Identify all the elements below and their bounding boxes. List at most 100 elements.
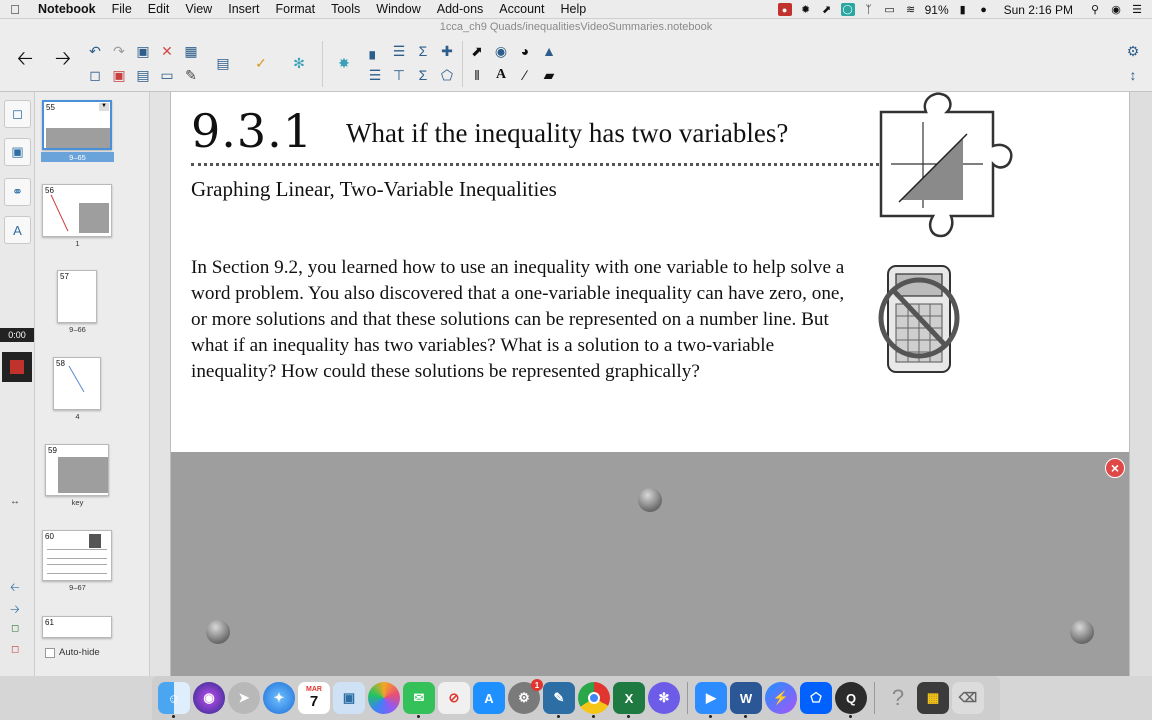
add-page-icon[interactable]: ◻ [11,623,19,634]
menu-format[interactable]: Format [267,2,323,16]
page-sorter-tab-icon[interactable]: ◻ [4,100,31,128]
align-right-icon[interactable]: ☰ [388,41,410,61]
trash-icon[interactable]: ⌫ [952,682,984,714]
user-switch-icon[interactable]: ● [977,3,991,16]
response-icon[interactable]: ✓ [250,53,272,73]
pen-icon[interactable]: ◉ [490,41,512,61]
undo-icon[interactable]: ↶ [84,41,106,61]
menu-view[interactable]: View [177,2,220,16]
menu-file[interactable]: File [104,2,140,16]
save-icon[interactable]: ▤ [132,65,154,85]
sidebar-next-icon[interactable]: 🡢 [10,600,20,621]
apple-icon[interactable]:  [0,2,30,17]
photos-icon[interactable] [368,682,400,714]
clock[interactable]: Sun 2:16 PM [1004,3,1073,17]
news-icon[interactable]: ⊘ [438,682,470,714]
table-icon[interactable]: ▦ [180,41,202,61]
gallery-tab-icon[interactable]: ▣ [4,138,31,166]
close-shade-icon[interactable]: × [1105,458,1125,478]
messages-icon[interactable]: ✉ [403,682,435,718]
shape-polygon-icon[interactable]: ⬠ [436,65,458,85]
new-page-icon[interactable]: ◻ [84,65,106,85]
cursor-status-icon[interactable]: ⬈ [820,3,834,16]
autohide-toggle[interactable]: Auto-hide [45,647,100,658]
full-screen-icon[interactable]: ▭ [156,65,178,85]
calendar-icon[interactable]: MAR 7 [298,682,330,714]
slide-thumbnail[interactable]: 60 [42,530,112,581]
delete-page-icon[interactable]: ◻ [11,644,19,655]
shapes-icon[interactable]: ◕ [514,41,536,61]
open-file-icon[interactable]: ▣ [108,65,130,85]
previous-page-icon[interactable]: 🡠 [14,48,36,71]
bluetooth-icon[interactable]: ᛉ [862,3,876,16]
add-ons-icon[interactable]: ✸ [333,53,355,73]
screen-shade-icon[interactable]: ▤ [212,53,234,73]
graph-axis-icon[interactable]: ✚ [436,41,458,61]
swap-sides-icon[interactable]: ↔ [10,496,20,507]
menu-edit[interactable]: Edit [140,2,178,16]
notebook-page[interactable]: 9.3.1 What if the inequality has two var… [170,92,1130,676]
app-store-icon[interactable]: A [473,682,505,714]
document-camera-icon[interactable]: ✎ [180,65,202,85]
eraser-icon[interactable]: ▰ [538,65,560,85]
safari-icon[interactable]: ✦ [263,682,295,714]
slide-thumbnail[interactable]: 55 ▼ [42,100,112,150]
chrome-icon[interactable] [578,682,610,718]
menu-account[interactable]: Account [491,2,552,16]
menu-tools[interactable]: Tools [323,2,368,16]
properties-tab-icon[interactable]: A [4,216,31,244]
spotlight-icon[interactable]: ⚲ [1088,3,1102,16]
gear-status-icon[interactable]: ✹ [799,3,813,16]
delete-icon[interactable]: ✕ [156,41,178,61]
slide-thumbnail[interactable]: 61 [42,616,112,638]
recorder-icon[interactable]: ● [777,3,792,16]
activity-builder-icon[interactable]: ✻ [288,53,310,73]
menu-help[interactable]: Help [552,2,594,16]
preview-icon[interactable]: ▣ [333,682,365,714]
slide-thumbnail[interactable]: 59 [45,444,109,496]
airplay-icon[interactable]: ▭ [883,3,897,16]
word-icon[interactable]: W [730,682,762,718]
zoom-icon[interactable]: ▶ [695,682,727,718]
sidebar-prev-icon[interactable]: 🡠 [10,578,20,599]
notebook-icon[interactable]: ✎ [543,682,575,718]
sorter-scrollbar[interactable] [150,92,170,676]
align-top-icon[interactable]: ⊤ [388,65,410,85]
menu-addons[interactable]: Add-ons [429,2,492,16]
right-scroll-area[interactable] [1130,92,1152,676]
select-arrow-icon[interactable]: ⬈ [466,41,488,61]
quicktime-icon[interactable]: Q [835,682,867,718]
screen-status-icon[interactable]: ◯ [840,3,855,16]
attachments-tab-icon[interactable]: ⚭ [4,178,31,206]
pens-set-icon[interactable]: ‖ [466,65,488,85]
help-icon[interactable]: ? [882,682,914,714]
dropbox-icon[interactable]: ⬠ [800,682,832,714]
stop-recording-button[interactable] [2,352,32,382]
text-tool-icon[interactable]: A [490,65,512,85]
properties-gear-icon[interactable]: ⚙ [1122,41,1144,61]
math-sum-icon[interactable]: Σ [412,41,434,61]
slide-thumbnail[interactable]: 58 [53,357,101,410]
screen-shade[interactable]: × [171,452,1129,676]
excel-icon[interactable]: X [613,682,645,718]
autohide-checkbox[interactable] [45,647,55,658]
siri-menu-icon[interactable]: ◉ [1109,3,1123,16]
slide-thumbnail[interactable]: 56 [42,184,112,237]
menu-app-name[interactable]: Notebook [30,2,104,16]
screen-capture-icon[interactable]: ▣ [132,41,154,61]
align-left-icon[interactable]: ☰ [364,65,386,85]
wifi-icon[interactable]: ≋ [904,3,918,16]
notification-center-icon[interactable]: ☰ [1130,3,1144,16]
finder-icon[interactable]: ☺ [158,682,190,718]
menu-window[interactable]: Window [368,2,428,16]
system-preferences-icon[interactable]: ⚙ 1 [508,679,543,714]
launchpad-icon[interactable]: ➤ [228,682,260,714]
archive-icon[interactable]: ▦ [917,682,949,714]
menu-insert[interactable]: Insert [220,2,267,16]
siri-icon[interactable]: ◉ [193,682,225,714]
next-page-icon[interactable]: 🡢 [52,48,74,71]
daisy-icon[interactable]: ✻ [648,682,680,714]
fill-icon[interactable]: ▲ [538,41,560,61]
shade-handle-top[interactable] [638,488,662,512]
messenger-icon[interactable]: ⚡ [765,682,797,714]
